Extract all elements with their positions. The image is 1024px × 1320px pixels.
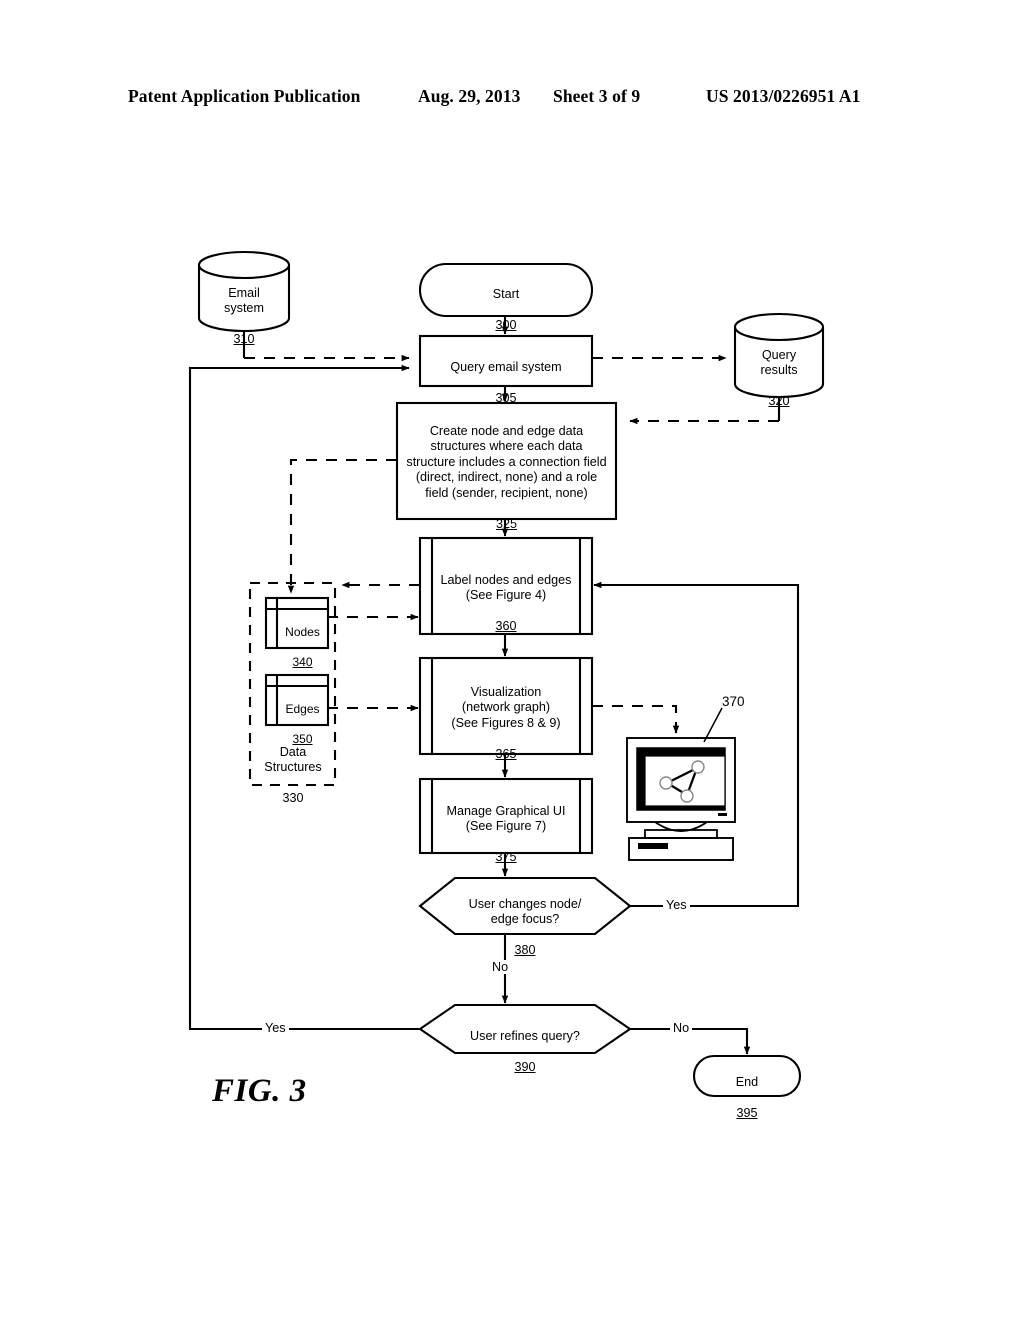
shape-decision-refine-query: [418, 1003, 632, 1055]
shape-start-terminator: [418, 262, 594, 318]
flowchart-svg: [188, 250, 825, 1098]
figure-3-flowchart: Email system 310 Start 300 Query email s…: [0, 0, 1024, 1320]
edge-label-refine-yes: Yes: [262, 1021, 289, 1035]
figure-caption: FIG. 3: [212, 1073, 307, 1109]
shape-create-structures-process: [395, 401, 618, 521]
shape-visualization-predefined-process: [418, 656, 594, 756]
shape-query-email-process: [418, 334, 594, 388]
shape-decision-node-focus: [418, 876, 632, 936]
shape-label-nodes-predefined-process: [418, 536, 594, 636]
shape-email-system-cylinder: [197, 250, 291, 333]
monitor-reference-label: 370: [722, 694, 745, 709]
shape-nodes-stored-data: [264, 596, 330, 650]
shape-manage-ui-predefined-process: [418, 777, 594, 855]
edge-label-focus-yes: Yes: [663, 898, 690, 912]
shape-query-results-cylinder: [733, 312, 825, 399]
shape-edges-stored-data: [264, 673, 330, 727]
data-structures-group-label: Data Structures 330: [264, 744, 322, 806]
shape-computer-monitor: [626, 707, 736, 861]
shape-end-terminator: [692, 1054, 802, 1098]
edge-label-refine-no: No: [670, 1021, 693, 1035]
edge-label-focus-no: No: [489, 960, 512, 974]
